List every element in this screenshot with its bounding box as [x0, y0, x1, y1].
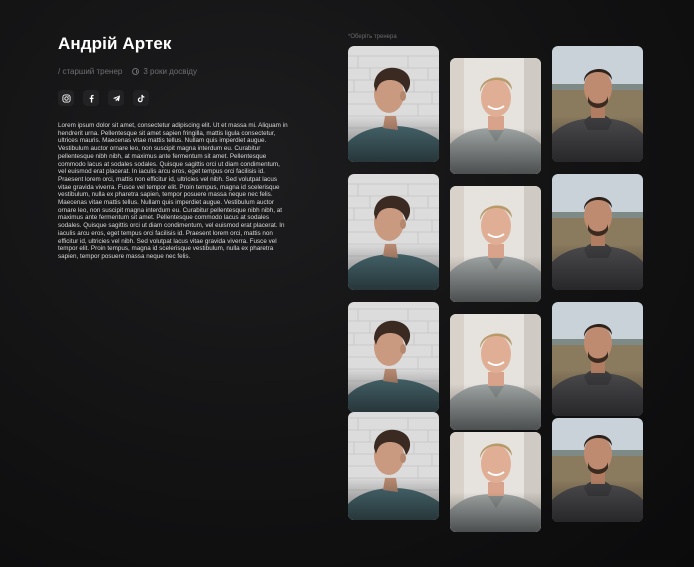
- experience: 3 роки досвіду: [132, 67, 197, 76]
- facebook-link[interactable]: [83, 90, 99, 106]
- trainer-photo-card[interactable]: [552, 46, 643, 162]
- photo-grid: [348, 46, 644, 541]
- smiling-man-grey-polo-photo: [450, 58, 541, 174]
- trainer-photo-card[interactable]: [348, 46, 439, 162]
- man-hoodie-field-photo: [552, 46, 643, 162]
- trainer-photo-card[interactable]: [348, 302, 439, 412]
- trainer-meta: / старший тренер 3 роки досвіду: [58, 67, 310, 76]
- man-hoodie-field-photo: [552, 418, 643, 522]
- man-hoodie-field-photo: [552, 302, 643, 416]
- experience-text: 3 роки досвіду: [143, 67, 197, 76]
- smiling-man-grey-polo-photo: [450, 432, 541, 532]
- trainer-photo-card[interactable]: [552, 174, 643, 290]
- trainer-info: Андрій Артек / старший тренер 3 роки дос…: [58, 34, 310, 261]
- trainer-photo-card[interactable]: [552, 418, 643, 522]
- man-brick-wall-profile-photo: [348, 174, 439, 290]
- man-hoodie-field-photo: [552, 174, 643, 290]
- tiktok-icon: [137, 94, 144, 102]
- social-links: [58, 90, 310, 106]
- trainer-name: Андрій Артек: [58, 34, 172, 53]
- instagram-link[interactable]: [58, 90, 74, 106]
- clock-icon: [132, 68, 140, 75]
- smiling-man-grey-polo-photo: [450, 186, 541, 302]
- trainer-photo-card[interactable]: [450, 58, 541, 174]
- trainer-photo-card[interactable]: [348, 412, 439, 520]
- man-brick-wall-profile-photo: [348, 302, 439, 412]
- smiling-man-grey-polo-photo: [450, 314, 541, 430]
- man-brick-wall-profile-photo: [348, 412, 439, 520]
- trainer-photo-card[interactable]: [450, 314, 541, 430]
- telegram-link[interactable]: [108, 90, 124, 106]
- telegram-icon: [112, 94, 120, 101]
- trainer-gallery: *Оберіть тренера: [348, 34, 644, 541]
- man-brick-wall-profile-photo: [348, 46, 439, 162]
- instagram-icon: [61, 93, 71, 103]
- trainer-photo-card[interactable]: [552, 302, 643, 416]
- tiktok-link[interactable]: [133, 90, 149, 106]
- trainer-photo-card[interactable]: [450, 186, 541, 302]
- trainer-photo-card[interactable]: [348, 174, 439, 290]
- trainer-role: / старший тренер: [58, 67, 123, 76]
- trainer-bio: Lorem ipsum dolor sit amet, consectetur …: [58, 122, 288, 260]
- trainer-photo-card[interactable]: [450, 432, 541, 532]
- gallery-caption: *Оберіть тренера: [348, 34, 397, 40]
- facebook-icon: [89, 94, 94, 103]
